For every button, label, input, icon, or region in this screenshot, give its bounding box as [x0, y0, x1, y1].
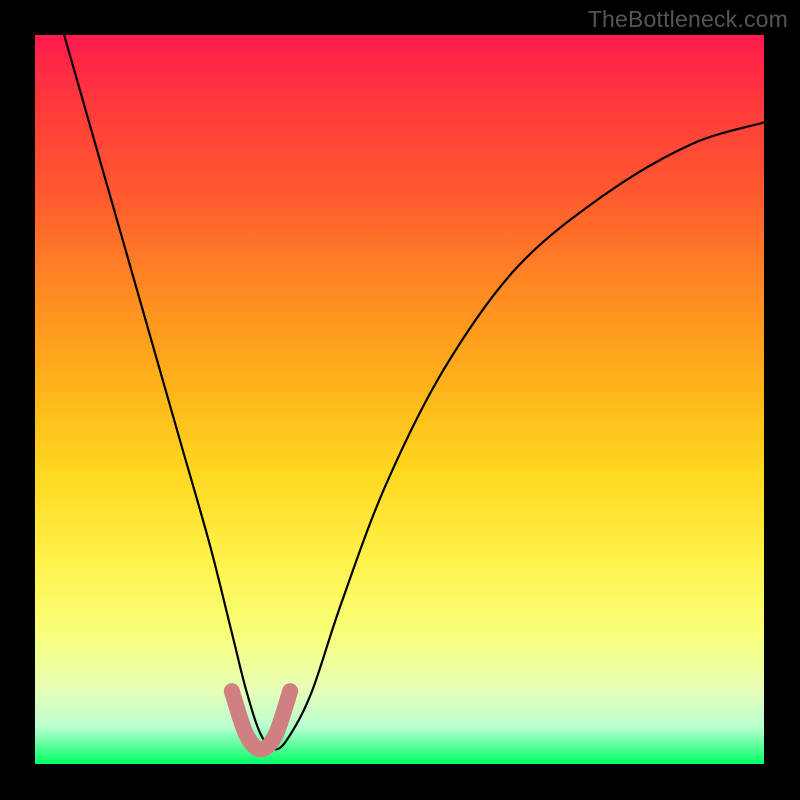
- highlight-segment-path: [232, 691, 290, 749]
- watermark-text: TheBottleneck.com: [588, 6, 788, 33]
- bottleneck-curve-path: [64, 35, 764, 749]
- chart-svg: [35, 35, 764, 764]
- chart-frame: [35, 35, 764, 764]
